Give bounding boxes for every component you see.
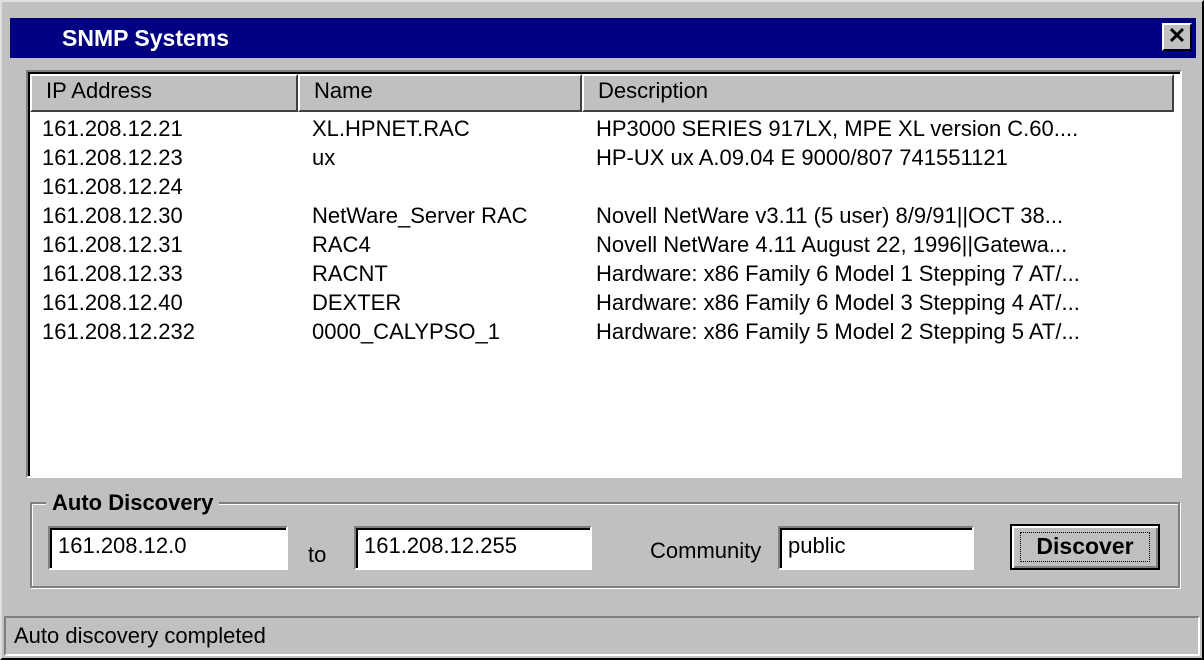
cell-name: XL.HPNET.RAC (312, 116, 470, 141)
table-row[interactable]: 161.208.12.40 DEXTER Hardware: x86 Famil… (30, 288, 1178, 317)
discover-button[interactable]: Discover (1010, 524, 1160, 570)
table-row[interactable]: 161.208.12.21 XL.HPNET.RAC HP3000 SERIES… (30, 114, 1178, 143)
focus-rectangle (1020, 532, 1150, 562)
table-row[interactable]: 161.208.12.232 0000_CALYPSO_1 Hardware: … (30, 317, 1178, 346)
cell-ip-address: 161.208.12.40 (42, 290, 183, 315)
close-icon: ✕ (1167, 23, 1187, 48)
table-row[interactable]: 161.208.12.31 RAC4 Novell NetWare 4.11 A… (30, 230, 1178, 259)
cell-description: Novell NetWare v3.11 (5 user) 8/9/91||OC… (596, 203, 1064, 228)
cell-description: Hardware: x86 Family 5 Model 2 Stepping … (596, 319, 1080, 344)
community-label: Community (650, 538, 762, 563)
list-header: IP Address Name Description (30, 74, 1178, 114)
cell-ip-address: 161.208.12.232 (42, 319, 195, 344)
cell-name: 0000_CALYPSO_1 (312, 319, 500, 344)
systems-list[interactable]: IP Address Name Description 161.208.12.2… (26, 70, 1182, 478)
cell-ip-address: 161.208.12.33 (42, 261, 183, 286)
cell-name: NetWare_Server RAC (312, 203, 528, 228)
table-row[interactable]: 161.208.12.33 RACNT Hardware: x86 Family… (30, 259, 1178, 288)
cell-description: Novell NetWare 4.11 August 22, 1996||Gat… (596, 232, 1068, 257)
cell-ip-address: 161.208.12.21 (42, 116, 183, 141)
table-row[interactable]: 161.208.12.24 (30, 172, 1178, 201)
close-button[interactable]: ✕ (1162, 23, 1192, 51)
table-row[interactable]: 161.208.12.23 ux HP-UX ux A.09.04 E 9000… (30, 143, 1178, 172)
range-end-input[interactable]: 161.208.12.255 (354, 526, 592, 570)
list-rows: 161.208.12.21 XL.HPNET.RAC HP3000 SERIES… (30, 114, 1178, 346)
status-bar: Auto discovery completed (4, 616, 1200, 656)
column-header-name[interactable]: Name (298, 74, 582, 112)
cell-name: RAC4 (312, 232, 371, 257)
status-text: Auto discovery completed (14, 623, 266, 648)
auto-discovery-label: Auto Discovery (46, 490, 220, 516)
cell-description: HP-UX ux A.09.04 E 9000/807 741551121 (596, 145, 1008, 170)
snmp-systems-window: SNMP Systems ✕ IP Address Name Descripti… (0, 0, 1204, 660)
cell-ip-address: 161.208.12.24 (42, 174, 183, 199)
column-header-description[interactable]: Description (582, 74, 1174, 112)
table-row[interactable]: 161.208.12.30 NetWare_Server RAC Novell … (30, 201, 1178, 230)
cell-ip-address: 161.208.12.30 (42, 203, 183, 228)
range-start-input[interactable]: 161.208.12.0 (48, 526, 288, 570)
to-label: to (308, 542, 327, 567)
window-title: SNMP Systems (62, 25, 230, 51)
cell-name: DEXTER (312, 290, 402, 315)
cell-ip-address: 161.208.12.23 (42, 145, 183, 170)
auto-discovery-group: Auto Discovery 161.208.12.0 to 161.208.1… (30, 490, 1180, 588)
title-bar[interactable]: SNMP Systems ✕ (10, 18, 1196, 58)
column-header-ip-address[interactable]: IP Address (30, 74, 298, 112)
cell-ip-address: 161.208.12.31 (42, 232, 183, 257)
cell-name: ux (312, 145, 336, 170)
cell-description: HP3000 SERIES 917LX, MPE XL version C.60… (596, 116, 1079, 141)
community-input[interactable]: public (778, 526, 974, 570)
cell-name: RACNT (312, 261, 388, 286)
cell-description: Hardware: x86 Family 6 Model 3 Stepping … (596, 290, 1080, 315)
cell-description: Hardware: x86 Family 6 Model 1 Stepping … (596, 261, 1080, 286)
